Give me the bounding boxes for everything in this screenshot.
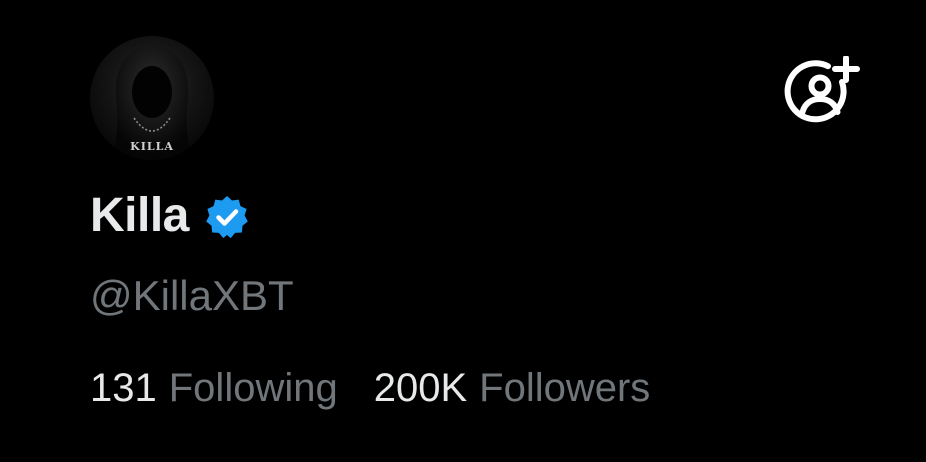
avatar[interactable]: KILLA	[90, 36, 214, 160]
follow-button[interactable]	[784, 56, 860, 124]
verified-badge-icon	[206, 196, 248, 239]
add-user-icon	[784, 56, 860, 123]
profile-stats: 131 Following 200K Followers	[90, 360, 650, 416]
user-handle: @KillaXBT	[90, 272, 294, 319]
followers-link[interactable]: 200K Followers	[374, 360, 651, 416]
followers-label: Followers	[479, 366, 651, 410]
followers-count: 200K	[373, 366, 468, 410]
following-label: Following	[168, 366, 338, 410]
following-link[interactable]: 131 Following	[90, 360, 338, 416]
name-row: Killa	[90, 186, 251, 246]
profile-card: KILLA Killa @KillaXBT 131 Following 200K…	[0, 0, 926, 462]
hooded-figure-icon: KILLA	[112, 46, 192, 160]
following-count: 131	[90, 366, 157, 410]
avatar-text: KILLA	[130, 140, 174, 153]
display-name: Killa	[90, 189, 189, 242]
